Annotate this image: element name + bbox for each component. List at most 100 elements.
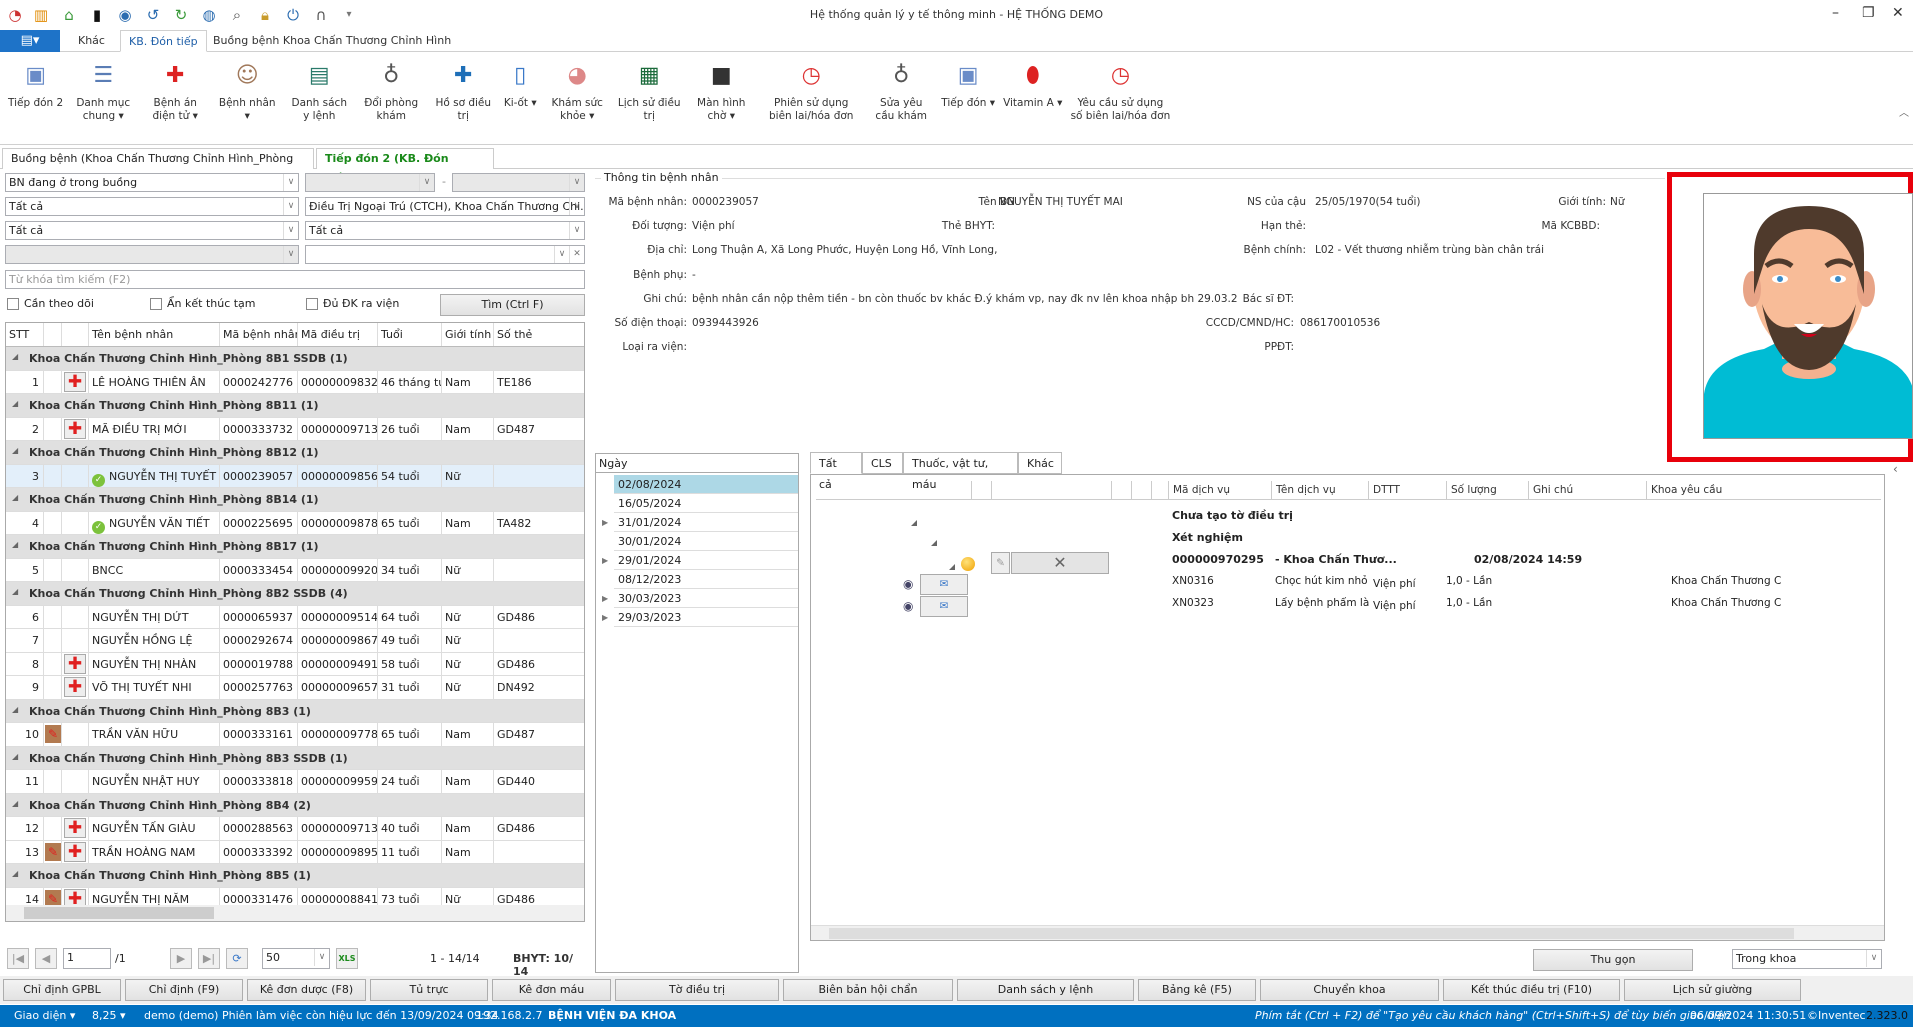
next-page-button[interactable]: ▶: [170, 948, 192, 969]
ribbon-button-14[interactable]: ⬮ Vitamin A ▾: [999, 52, 1066, 144]
patient-row[interactable]: 4 ✓ NGUYỄN VĂN TIẾT 0000225695 000000098782 6…: [6, 511, 584, 535]
find-button[interactable]: Tìm (Ctrl F): [440, 294, 585, 316]
search-input[interactable]: Từ khóa tìm kiếm (F2): [5, 270, 585, 289]
ribbon-button-2[interactable]: ✚ Bệnh án điện tử ▾: [139, 52, 211, 144]
first-page-button[interactable]: |◀: [7, 948, 29, 969]
collapse-arrow-icon[interactable]: ◢: [12, 540, 18, 549]
patient-row[interactable]: 10 ✎ TRẦN VĂN HỮU 0000333161 000000097786 65 …: [6, 723, 584, 747]
action-button-7[interactable]: Danh sách y lệnh: [957, 979, 1134, 1001]
patient-row[interactable]: 5 BNCC 0000333454 000000099204 34 tuổi Nữ: [6, 558, 584, 582]
restore-button[interactable]: ❐: [1862, 5, 1875, 21]
service-column-header[interactable]: Tên dịch vụ: [1271, 481, 1368, 500]
collapse-arrow-icon[interactable]: ◢: [949, 562, 955, 571]
ribbon-button-15[interactable]: ◷ Yêu cầu sử dụng số biên lai/hóa đơn: [1066, 52, 1174, 144]
day-item[interactable]: 30/01/2024: [614, 532, 798, 551]
ribbon-button-6[interactable]: ✚ Hồ sơ điều trị: [427, 52, 499, 144]
patient-status-select[interactable]: BN đang ở trong buồng ∨: [5, 173, 299, 192]
patient-row[interactable]: 7 NGUYỄN HỒNG LỆ 0000292674 000000098671 49 …: [6, 629, 584, 653]
checkbox-box[interactable]: [150, 297, 162, 310]
medical-cross-icon[interactable]: ✚: [64, 418, 86, 439]
service-tab-3[interactable]: Khác: [1018, 452, 1062, 474]
ribbon-button-4[interactable]: ▤ Danh sách y lệnh: [283, 52, 355, 144]
patient-row[interactable]: 8 ✚ NGUYỄN THỊ NHÀN 0000019788 000000094910 5…: [6, 652, 584, 676]
medical-cross-icon[interactable]: ✚: [64, 677, 86, 697]
ribbon-button-0[interactable]: ▣ Tiếp đón 2: [4, 52, 67, 144]
collapse-arrow-icon[interactable]: ◢: [12, 752, 18, 761]
collapse-arrow-icon[interactable]: ◢: [12, 446, 18, 455]
collapse-arrow-icon[interactable]: ◢: [12, 799, 18, 808]
day-item[interactable]: 16/05/2024: [614, 494, 798, 513]
service-tab-0[interactable]: Tất cả: [810, 452, 862, 491]
column-header[interactable]: Giới tính: [442, 323, 494, 346]
service-tab-2[interactable]: Thuốc, vật tư, máu: [903, 452, 1018, 491]
horizontal-scrollbar[interactable]: [6, 905, 584, 921]
expand-arrow-icon[interactable]: ▶: [602, 518, 608, 527]
date-from-select[interactable]: ∨: [305, 173, 435, 192]
collapse-arrow-icon[interactable]: ◢: [12, 705, 18, 714]
collapse-button[interactable]: Thu gọn: [1533, 949, 1693, 971]
service-tab-1[interactable]: CLS: [862, 452, 903, 474]
edit-doc-icon[interactable]: ✎: [991, 552, 1010, 574]
patient-row[interactable]: 2 ✚ MÃ ĐIỀU TRỊ MỚI 0000333732 000000097131 2…: [6, 417, 584, 441]
horizontal-scrollbar[interactable]: [811, 925, 1884, 940]
service-column-header[interactable]: Khoa yêu cầu: [1646, 481, 1756, 500]
view-eye-icon[interactable]: ◉: [903, 577, 913, 591]
service-column-header[interactable]: Ghi chú: [1528, 481, 1646, 500]
checkbox-box[interactable]: [306, 297, 318, 310]
action-button-6[interactable]: Biên bản hội chẩn: [783, 979, 953, 1001]
action-button-10[interactable]: Kết thúc điều trị (F10): [1443, 979, 1620, 1001]
action-button-3[interactable]: Tủ trực: [370, 979, 488, 1001]
last-page-button[interactable]: ▶|: [198, 948, 220, 969]
column-header[interactable]: [62, 323, 89, 346]
ribbon-button-8[interactable]: ◕ Khám sức khỏe ▾: [541, 52, 613, 144]
patient-row[interactable]: 3 ✓ NGUYỄN THỊ TUYẾT MAI000023905700000009…: [6, 464, 584, 488]
medical-cross-icon[interactable]: ✚: [64, 653, 86, 674]
checkbox-box[interactable]: [7, 297, 19, 310]
checkbox-du-dk-ra-vien[interactable]: Đủ ĐK ra viện: [306, 297, 399, 310]
patient-row[interactable]: 9 ✚ VÕ THỊ TUYẾT NHI 0000257763 000000096576…: [6, 676, 584, 700]
collapse-arrow-icon[interactable]: ◢: [931, 538, 937, 547]
ribbon-collapse-icon[interactable]: ︿: [1899, 104, 1909, 119]
medical-cross-icon[interactable]: ✚: [64, 818, 86, 838]
collapse-arrow-icon[interactable]: ◢: [12, 493, 18, 502]
close-button[interactable]: ✕: [1892, 5, 1904, 21]
file-menu-button[interactable]: ▤▾: [0, 30, 60, 52]
filter-6-select[interactable]: ∨ ✕: [305, 245, 585, 264]
column-header[interactable]: Tuổi: [378, 323, 442, 346]
group-row[interactable]: ◢ Khoa Chấn Thương Chỉnh Hình_Phòng 8B3 S…: [6, 746, 584, 770]
service-column-header[interactable]: Số lượng: [1446, 481, 1528, 500]
action-button-0[interactable]: Chỉ định GPBL: [3, 979, 121, 1001]
patient-row[interactable]: 11 NGUYỄN NHẬT HUY 0000333818 000000099591 2…: [6, 770, 584, 794]
action-button-8[interactable]: Bảng kê (F5): [1138, 979, 1256, 1001]
day-item[interactable]: 08/12/2023: [614, 570, 798, 589]
prev-page-button[interactable]: ◀: [35, 948, 57, 969]
action-button-9[interactable]: Chuyển khoa: [1260, 979, 1439, 1001]
day-item[interactable]: 29/01/2024: [614, 551, 798, 570]
view-eye-icon[interactable]: ◉: [903, 599, 913, 613]
collapse-arrow-icon[interactable]: ◢: [911, 518, 917, 527]
service-row[interactable]: [811, 597, 812, 598]
patient-row[interactable]: 13 ✎ ✚ TRẦN HOÀNG NAM 0000333392 000000098954…: [6, 840, 584, 864]
action-button-11[interactable]: Lịch sử giường: [1624, 979, 1801, 1001]
filter-5-select[interactable]: ∨: [5, 245, 299, 264]
page-size-select[interactable]: 50 ∨: [262, 948, 330, 969]
column-header[interactable]: STT: [6, 323, 44, 346]
ribbon-button-13[interactable]: ▣ Tiếp đón ▾: [937, 52, 999, 144]
collapse-arrow-icon[interactable]: ◢: [12, 587, 18, 596]
collapse-arrow-icon[interactable]: ◢: [12, 399, 18, 408]
day-item[interactable]: 31/01/2024: [614, 513, 798, 532]
department-select[interactable]: Điều Trị Ngoại Trú (CTCH), Khoa Chấn Thư…: [305, 197, 585, 216]
scope-select[interactable]: Trong khoa ∨: [1732, 949, 1882, 969]
expand-arrow-icon[interactable]: ▶: [602, 613, 608, 622]
group-row[interactable]: ◢ Khoa Chấn Thương Chỉnh Hình_Phòng 8B5 (…: [6, 864, 584, 888]
column-header[interactable]: Mã bệnh nhân: [220, 323, 298, 346]
patient-row[interactable]: 6 NGUYỄN THỊ DỨT 0000065937 000000095144 64 …: [6, 605, 584, 629]
doc-tab-tiep-don-2[interactable]: Tiếp đón 2 (KB. Đón tiếp)✕: [316, 148, 494, 185]
group-row[interactable]: ◢ Khoa Chấn Thương Chỉnh Hình_Phòng 8B17 …: [6, 535, 584, 559]
ribbon-button-10[interactable]: ■ Màn hình chờ ▾: [685, 52, 757, 144]
collapse-arrow-icon[interactable]: ◢: [12, 869, 18, 878]
signature-icon[interactable]: ✎: [45, 725, 61, 743]
patient-row[interactable]: 1 ✚ LÊ HOÀNG THIÊN ÂN 0000242776 00000009832…: [6, 370, 584, 394]
ribbon-tab-buong-benh[interactable]: Buồng bệnh Khoa Chấn Thương Chỉnh Hình: [205, 30, 459, 52]
day-item[interactable]: 29/03/2023: [614, 608, 798, 627]
